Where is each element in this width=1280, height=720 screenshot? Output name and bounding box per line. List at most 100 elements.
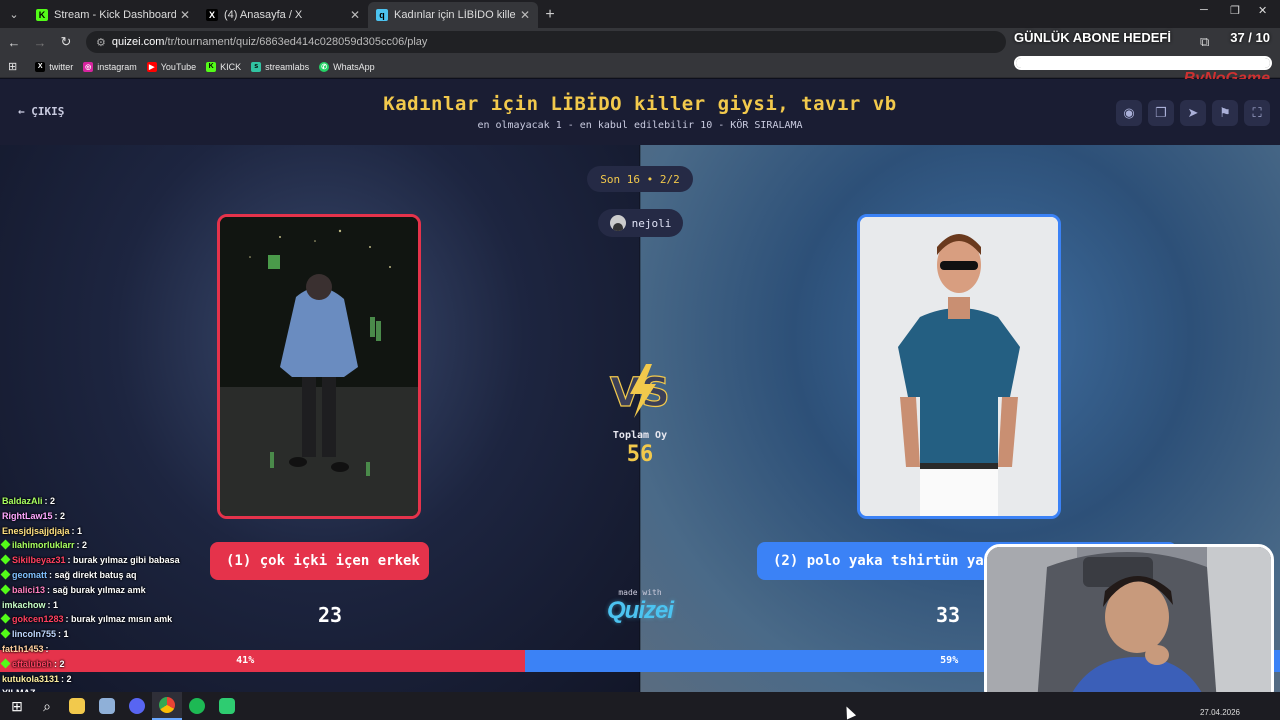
forward-icon[interactable]: →	[28, 35, 52, 50]
total-votes-label: Toplam Oy	[612, 430, 668, 441]
x-icon: X	[206, 9, 218, 21]
chat-message: RightLaw15: 2	[2, 509, 262, 524]
tab-search-icon[interactable]: ⌄	[0, 0, 28, 28]
bookmark-whatsapp[interactable]: ✆ WhatsApp	[319, 61, 375, 72]
search-icon[interactable]: ⌕	[32, 692, 62, 720]
chat-message: kutukola3131: 2	[2, 672, 262, 687]
windows-taskbar: ⊞ ⌕ 27.04.2026	[0, 692, 1280, 720]
goal-label: GÜNLÜK ABONE HEDEFİ	[1014, 30, 1171, 45]
taskbar-date: 27.04.2026	[1199, 708, 1240, 717]
goal-count: 37 / 10	[1230, 30, 1270, 45]
left-option-card[interactable]	[217, 214, 421, 519]
chat-badge-icon	[0, 613, 11, 624]
chat-text: : burak yılmaz mısın amk	[65, 614, 173, 625]
eye-icon[interactable]: ◉	[1116, 100, 1142, 126]
bookmark-label: streamlabs	[265, 61, 310, 72]
apps-grid-icon[interactable]: ⊞	[8, 60, 17, 73]
streamlabs-icon: s	[251, 61, 262, 72]
maximize-icon[interactable]: ❐	[1230, 4, 1240, 17]
url-host: quizei.com	[111, 36, 165, 48]
username: nejoli	[631, 216, 672, 230]
user-pill: nejoli	[598, 209, 683, 237]
chat-text: : 2	[61, 673, 72, 684]
chat-text: : sağ burak yılmaz amk	[47, 584, 146, 595]
chat-message: imkachow: 1	[2, 598, 262, 613]
url-path: /tr/tournament/quiz/6863ed414c028059d305…	[164, 36, 428, 48]
chat-text: :	[45, 643, 49, 654]
stream-chat-overlay: BaldazAli: 2 RightLaw15: 2 Enesjdjsajjdjaj…	[0, 494, 262, 687]
url-field[interactable]: ⚙ quizei.com /tr/tournament/quiz/6863ed4…	[86, 31, 1006, 53]
close-icon[interactable]: ✕	[180, 8, 190, 22]
tab-x-home[interactable]: X (4) Anasayfa / X ✕	[198, 2, 368, 28]
chat-badge-icon	[0, 539, 11, 550]
chat-username: fat1h1453	[2, 643, 44, 654]
chat-username: RightLaw15	[2, 510, 53, 521]
bookmark-instagram[interactable]: ◎ instagram	[83, 61, 137, 72]
bookmark-twitter[interactable]: Xtwitter	[35, 61, 74, 72]
tab-title: (4) Anasayfa / X	[224, 9, 303, 21]
chat-badge-icon	[0, 569, 11, 580]
chat-message: ilahimorluklarr: 2	[0, 538, 262, 553]
chat-username: lincoln755	[12, 629, 57, 640]
site-info-icon[interactable]: ⚙	[96, 36, 106, 49]
close-icon[interactable]: ✕	[350, 8, 360, 22]
close-icon[interactable]: ✕	[520, 8, 530, 22]
tab-quizei[interactable]: q Kadınlar için LİBİDO killer giysi, ✕	[368, 2, 538, 28]
app-icon[interactable]	[92, 692, 122, 720]
bookmark-label: WhatsApp	[333, 61, 375, 72]
flag-icon[interactable]: ⚑	[1212, 100, 1238, 126]
kick-icon: K	[206, 61, 217, 72]
x-icon: X	[35, 61, 46, 72]
tab-title: Kadınlar için LİBİDO killer giysi,	[394, 9, 516, 21]
left-score: 23	[317, 603, 343, 627]
bookmark-streamlabs[interactable]: s streamlabs	[251, 61, 310, 72]
made-with-label: made with	[618, 588, 662, 597]
chat-badge-icon	[0, 584, 11, 595]
bookmark-label: KICK	[220, 61, 242, 72]
drinking-man-photo	[220, 217, 418, 516]
tab-kick-dashboard[interactable]: K Stream - Kick Dashboard ✕	[28, 2, 198, 28]
chat-username: Enesjdjsajjdjaja	[2, 525, 70, 536]
chat-text: : burak yılmaz gibi babasa	[67, 555, 180, 566]
browser-tab-bar: ⌄ K Stream - Kick Dashboard ✕ X (4) Anas…	[0, 0, 1280, 28]
quizei-icon: q	[376, 9, 388, 21]
new-tab-icon[interactable]: +	[538, 2, 562, 28]
polo-shirt-man-photo	[860, 217, 1058, 516]
chat-message: lincoln755: 1	[0, 627, 262, 642]
right-score: 33	[935, 603, 961, 627]
whatsapp-icon: ✆	[319, 61, 330, 72]
total-votes-value: 56	[626, 442, 654, 467]
chrome-icon[interactable]	[152, 692, 182, 720]
back-icon[interactable]: ←	[2, 35, 26, 50]
chat-text: : 2	[76, 540, 88, 551]
bookmark-kick[interactable]: K KICK	[206, 61, 242, 72]
window-close-icon[interactable]: ✕	[1258, 4, 1267, 17]
chat-text: : 1	[47, 599, 59, 610]
instagram-icon: ◎	[83, 61, 94, 72]
right-option-card[interactable]	[857, 214, 1061, 519]
chat-badge-icon	[0, 658, 11, 669]
goal-progress-fill	[1016, 58, 1270, 68]
quiz-title: Kadınlar için LİBİDO killer giysi, tavır…	[383, 93, 897, 115]
discord-icon[interactable]	[122, 692, 152, 720]
chat-username: ilahimorluklarr	[12, 540, 75, 551]
kick-icon: K	[36, 9, 48, 21]
obs-icon[interactable]	[212, 692, 242, 720]
chat-username: imkachow	[2, 599, 46, 610]
bookmark-label: instagram	[97, 61, 137, 72]
quizei-logo[interactable]: Quizei	[590, 597, 690, 625]
copy-icon[interactable]: ❐	[1148, 100, 1174, 126]
windows-start-icon[interactable]: ⊞	[2, 692, 32, 720]
chat-message: gokcen1283: burak yılmaz mısın amk	[0, 612, 262, 627]
share-icon[interactable]: ➤	[1180, 100, 1206, 126]
bookmark-youtube[interactable]: ▶ YouTube	[146, 61, 196, 72]
chat-username: geomatt	[12, 569, 48, 580]
file-explorer-icon[interactable]	[62, 692, 92, 720]
goal-progress-bar	[1014, 56, 1272, 70]
right-percent: 59%	[940, 655, 959, 666]
reload-icon[interactable]: ↻	[54, 34, 78, 50]
bookmark-label: twitter	[49, 61, 74, 72]
fullscreen-icon[interactable]: ⛶	[1244, 100, 1270, 126]
minimize-icon[interactable]: ─	[1200, 4, 1208, 16]
spotify-icon[interactable]	[182, 692, 212, 720]
